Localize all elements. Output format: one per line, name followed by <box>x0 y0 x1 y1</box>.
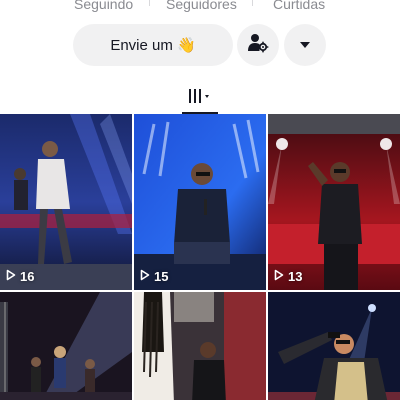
stat-divider <box>252 0 253 6</box>
play-icon <box>140 269 150 284</box>
follow-settings-button[interactable] <box>237 24 279 66</box>
profile-actions: Envie um 👋 <box>0 24 400 66</box>
person-gear-icon <box>247 32 269 59</box>
likes-label: Curtidas <box>273 0 326 12</box>
view-count: 15 <box>140 269 168 284</box>
message-button[interactable]: Envie um 👋 <box>73 24 233 66</box>
profile-tabs <box>0 82 400 114</box>
video-thumbnail[interactable] <box>0 292 132 400</box>
video-thumbnail[interactable] <box>268 292 400 400</box>
video-grid: 16 15 13 <box>0 114 400 400</box>
video-thumbnail[interactable]: 13 <box>268 114 400 290</box>
video-thumbnail[interactable]: 15 <box>134 114 266 290</box>
view-count: 16 <box>6 269 34 284</box>
video-thumbnail-image <box>268 292 400 400</box>
tab-videos[interactable] <box>182 82 218 114</box>
more-options-button[interactable] <box>284 24 326 66</box>
video-thumbnail-image <box>134 292 266 400</box>
play-icon <box>274 269 284 284</box>
profile-stats: Seguindo Seguidores Curtidas <box>0 0 400 14</box>
caret-down-icon <box>299 36 311 54</box>
view-count: 13 <box>274 269 302 284</box>
video-thumbnail[interactable] <box>134 292 266 400</box>
video-thumbnail[interactable]: 16 <box>0 114 132 290</box>
video-thumbnail-image <box>268 114 400 290</box>
video-grid-icon <box>187 87 213 110</box>
play-icon <box>6 269 16 284</box>
following-label[interactable]: Seguindo <box>74 0 133 12</box>
video-thumbnail-image <box>0 114 132 290</box>
stat-divider <box>149 0 150 6</box>
video-thumbnail-image <box>0 292 132 400</box>
followers-label[interactable]: Seguidores <box>166 0 237 12</box>
video-thumbnail-image <box>134 114 266 290</box>
